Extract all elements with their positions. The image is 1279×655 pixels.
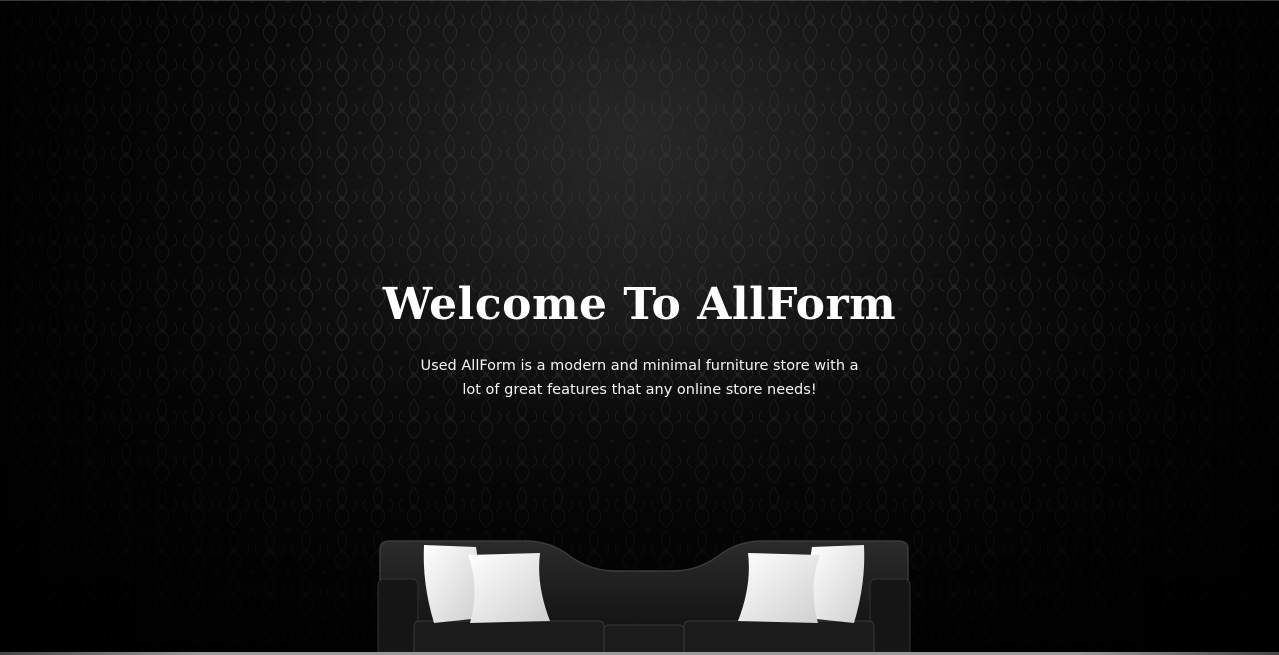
hero-content: Welcome To AllForm Used AllForm is a mod… [0,281,1279,402]
hero-subtitle: Used AllForm is a modern and minimal fur… [420,358,859,398]
sofa-image [377,540,911,655]
hero-section: Welcome To AllForm Used AllForm is a mod… [0,0,1279,655]
hero-title: Welcome To AllForm [382,279,897,330]
